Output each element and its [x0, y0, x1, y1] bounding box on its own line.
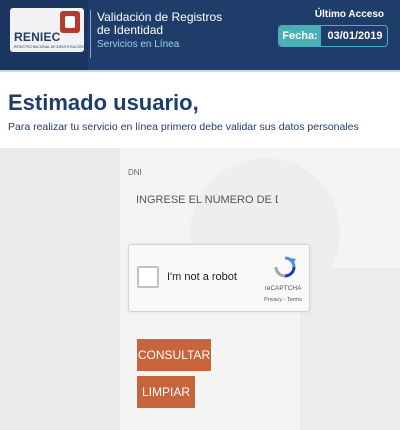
limpiar-button[interactable]: LIMPIAR	[137, 376, 195, 408]
app-title: Validación de Registros de Identidad	[97, 10, 223, 37]
recaptcha-links[interactable]: Privacy - Terms	[257, 297, 309, 303]
dni-label: DNI	[128, 168, 142, 177]
date-display: Fecha: 03/01/2019	[278, 25, 388, 47]
reniec-emblem-icon	[60, 11, 80, 33]
recaptcha-label: I'm not a robot	[167, 271, 237, 283]
app-subtitle: Servicios en Línea	[97, 39, 180, 50]
instructions-text: Para realizar tu servicio en línea prime…	[8, 121, 359, 133]
recaptcha-widget: I'm not a robot reCAPTCHA Privacy - Term…	[128, 244, 310, 312]
greeting-heading: Estimado usuario,	[8, 90, 199, 115]
dni-input[interactable]	[128, 186, 278, 214]
recaptcha-checkbox[interactable]	[137, 266, 159, 288]
consultar-button[interactable]: CONSULTAR	[137, 339, 211, 371]
recaptcha-icon	[274, 256, 296, 278]
logo-text: RENIEC	[14, 30, 61, 44]
recaptcha-brand: reCAPTCHA	[264, 285, 302, 292]
last-access-label: Último Acceso	[314, 9, 384, 20]
date-label: Fecha:	[279, 26, 321, 46]
date-value: 03/01/2019	[327, 30, 383, 42]
reniec-logo[interactable]: RENIEC REGISTRO NACIONAL DE IDENTIFICACI…	[10, 8, 111, 52]
header-divider	[90, 10, 91, 58]
header-accent-line	[0, 70, 400, 72]
page-header: RENIEC REGISTRO NACIONAL DE IDENTIFICACI…	[0, 0, 400, 72]
